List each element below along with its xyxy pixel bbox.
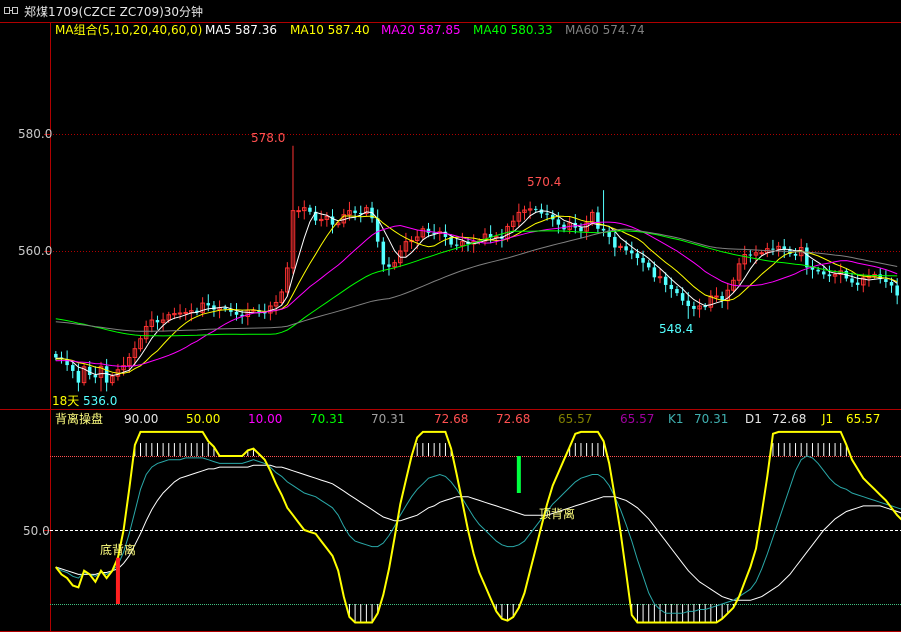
candle-body-104 (641, 258, 645, 263)
candle-body-136 (822, 271, 826, 275)
candle-body-7 (93, 375, 98, 378)
ma40-legend: MA40 580.33 (473, 23, 553, 37)
bottom-divergence-label: 底背离 (100, 543, 137, 557)
candle-body-27 (206, 303, 211, 306)
ma5-line (55, 210, 898, 377)
candle-body-117 (714, 295, 719, 298)
lowest-marker-label: 536.0 (83, 394, 118, 408)
candle-body-96 (596, 212, 600, 229)
sub-y-tick-50: 50.0 (23, 524, 50, 538)
sub-legend-v1: 70.31 (310, 412, 345, 426)
top-divergence-bar (516, 456, 521, 493)
sub-legend-d1-value: 72.68 (772, 412, 807, 426)
sub-legend-j1-value: 65.57 (846, 412, 881, 426)
candle-body-45 (308, 207, 312, 212)
candle-body-85 (534, 208, 538, 210)
candle-body-18 (155, 320, 160, 323)
high-marker-label: 578.0 (251, 131, 286, 145)
sub-legend-name: 背离操盘 (55, 412, 104, 426)
sub-legend-v2: 70.31 (371, 412, 406, 426)
candle-body-30 (223, 307, 227, 309)
candle-body-149 (895, 285, 899, 296)
candle-body-125 (759, 252, 764, 255)
candle-body-103 (635, 253, 640, 259)
candle-body-113 (692, 305, 696, 309)
sub-legend-k1-value: 70.31 (694, 412, 729, 426)
candle-body-148 (889, 282, 894, 286)
sub-legend-v6: 65.57 (620, 412, 655, 426)
candle-body-71 (454, 244, 459, 246)
candle-body-123 (748, 254, 753, 256)
candle-body-32 (234, 311, 239, 315)
bottom-divergence-bar (115, 557, 120, 604)
candle-body-127 (771, 248, 775, 250)
low-marker-label: 548.4 (659, 322, 694, 336)
candle-body-0 (54, 353, 58, 358)
candle-body-59 (387, 264, 391, 267)
sub-legend-v3: 72.68 (434, 412, 469, 426)
candle-body-131 (793, 253, 798, 256)
ma40-line (55, 230, 898, 337)
ma60-legend: MA60 574.74 (565, 23, 645, 37)
candle-body-101 (624, 246, 628, 251)
candle-body-22 (177, 312, 183, 315)
candle-body-23 (183, 311, 188, 314)
low-days-label: 18天 (52, 394, 80, 408)
candle-body-93 (579, 227, 583, 232)
ma10-legend: MA10 587.40 (290, 23, 370, 37)
second-high-marker-label: 570.4 (527, 175, 562, 189)
y-tick-580: 580.0 (18, 127, 53, 141)
candle-body-53 (353, 210, 357, 213)
candle-body-141 (850, 278, 854, 283)
ma20-line (55, 221, 898, 367)
candle-body-58 (381, 241, 386, 265)
candle-body-28 (212, 305, 216, 310)
candle-body-4 (76, 370, 81, 383)
sub-legend-90: 90.00 (124, 412, 159, 426)
sub-legend-v5: 65.57 (558, 412, 593, 426)
chart-canvas[interactable] (0, 0, 901, 632)
candle-body-133 (805, 247, 809, 268)
candle-body-106 (652, 267, 657, 278)
candle-body-135 (816, 269, 820, 272)
candle-body-109 (669, 284, 674, 290)
candle-body-137 (827, 274, 832, 277)
k1-line (55, 455, 901, 614)
candle-body-110 (675, 289, 679, 294)
candle-body-112 (686, 300, 691, 306)
sub-legend-j1-label: J1 (822, 412, 834, 426)
sub-legend-50: 50.00 (186, 412, 221, 426)
j1-line (55, 430, 901, 624)
candle-body-105 (646, 262, 651, 268)
y-tick-560: 560.0 (18, 244, 53, 258)
ma5-legend: MA5 587.36 (205, 23, 277, 37)
candle-body-107 (657, 276, 663, 279)
candle-body-89 (556, 219, 561, 225)
candle-body-108 (663, 276, 668, 285)
top-divergence-label: 顶背离 (539, 507, 576, 521)
sub-legend-v4: 72.68 (496, 412, 531, 426)
candle-body-102 (630, 250, 634, 254)
sub-legend-10: 10.00 (248, 412, 283, 426)
candle-body-43 (296, 210, 301, 213)
candle-body-111 (680, 293, 685, 301)
candle-body-87 (545, 213, 549, 215)
candle-body-147 (884, 279, 888, 283)
ma20-legend: MA20 587.85 (381, 23, 461, 37)
sub-legend-k1-label: K1 (668, 412, 684, 426)
candle-body-97 (601, 228, 606, 231)
candle-body-142 (855, 282, 860, 285)
sub-legend-d1-label: D1 (745, 412, 762, 426)
candle-body-3 (71, 365, 75, 371)
ma-group-label: MA组合(5,10,20,40,60,0) (55, 23, 203, 37)
candle-body-99 (613, 236, 617, 248)
